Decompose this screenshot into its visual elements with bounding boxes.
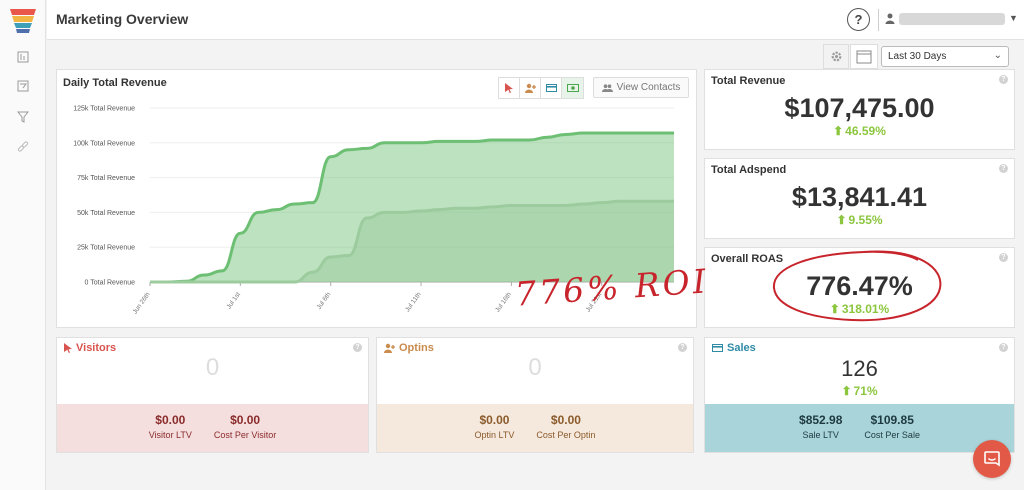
- user-menu-caret-icon[interactable]: ▼: [1009, 13, 1018, 23]
- page-title: Marketing Overview: [56, 11, 189, 27]
- filter-icon[interactable]: [14, 77, 32, 95]
- x-tick-label: Jul 1st: [225, 291, 242, 311]
- arrow-up-icon: ⬆: [841, 384, 852, 398]
- arrow-up-icon: ⬆: [833, 124, 844, 138]
- total-revenue-change-value: 46.59%: [845, 124, 886, 138]
- top-bar: Marketing Overview ? ▼: [47, 0, 1024, 40]
- date-range-select[interactable]: Last 30 Days ⌄: [881, 46, 1009, 67]
- total-revenue-card: Total Revenue ? $107,475.00 ⬆ 46.59%: [704, 69, 1015, 150]
- user-plus-icon: [384, 343, 395, 353]
- header-divider: [878, 9, 879, 31]
- info-icon[interactable]: ?: [678, 343, 687, 352]
- x-tick-label: Jun 26th: [132, 291, 152, 316]
- optins-card: Optins ? 0 $0.00 Optin LTV $0.00 Cost Per …: [376, 337, 694, 453]
- visitors-header: Visitors: [64, 342, 116, 354]
- x-tick-label: Jul 16th: [494, 291, 513, 314]
- calendar-icon: [856, 50, 872, 64]
- credit-card-icon: [712, 344, 723, 352]
- sales-header: Sales: [712, 342, 756, 354]
- visitors-card: Visitors ? 0 $0.00 Visitor LTV $0.00 Cost …: [56, 337, 369, 453]
- arrow-up-icon: ⬆: [836, 213, 847, 227]
- sales-title: Sales: [727, 342, 756, 354]
- x-tick-label: Jul 11th: [404, 291, 423, 314]
- optins-count: 0: [528, 354, 542, 381]
- visitors-count: 0: [205, 354, 220, 381]
- x-tick-label: Jul 21st: [585, 291, 604, 314]
- visitors-metrics: $0.00 Visitor LTV $0.00 Cost Per Visitor: [57, 404, 368, 452]
- total-revenue-value: $107,475.00: [784, 93, 935, 123]
- sales-metrics: $852.98 Sale LTV $109.85 Cost Per Sale: [705, 404, 1014, 452]
- y-tick-label: 0 Total Revenue: [85, 280, 136, 287]
- cost-per-visitor: $0.00 Cost Per Visitor: [214, 413, 276, 452]
- roi-circle-annotation: [772, 250, 942, 322]
- optins-header: Optins: [384, 342, 434, 354]
- optins-metrics: $0.00 Optin LTV $0.00 Cost Per Optin: [377, 404, 693, 452]
- app-logo[interactable]: [10, 9, 36, 33]
- info-icon[interactable]: ?: [353, 343, 362, 352]
- revenue-chart-panel: Daily Total Revenue View Contacts 0 Tota…: [56, 69, 697, 328]
- sales-change-value: 71%: [853, 384, 878, 398]
- chevron-down-icon: ⌄: [993, 50, 1002, 61]
- visitor-ltv: $0.00 Visitor LTV: [149, 413, 192, 452]
- y-tick-label: 25k Total Revenue: [77, 245, 135, 252]
- cost-per-visitor-label: Cost Per Visitor: [213, 430, 277, 440]
- sale-ltv-value: $852.98: [799, 413, 843, 427]
- total-adspend-title: Total Adspend: [711, 164, 787, 176]
- chat-button[interactable]: [973, 440, 1011, 478]
- user-name-redacted[interactable]: [899, 13, 1005, 25]
- pointer-icon: [64, 343, 72, 353]
- sale-ltv-label: Sale LTV: [802, 430, 839, 440]
- cost-per-optin-value: $0.00: [550, 413, 581, 427]
- cost-per-optin: $0.00 Cost Per Optin: [536, 413, 595, 452]
- user-icon: [885, 13, 895, 24]
- total-adspend-value: $13,841.41: [791, 182, 928, 212]
- optin-ltv-value: $0.00: [479, 413, 510, 427]
- y-tick-label: 50k Total Revenue: [77, 210, 135, 217]
- sales-card: Sales ? 126 ⬆ 71% $852.98 Sale LTV $109.85…: [704, 337, 1015, 453]
- funnel-icon[interactable]: [14, 108, 32, 126]
- chat-icon: [984, 451, 1000, 467]
- cost-per-sale: $109.85 Cost Per Sale: [864, 413, 920, 452]
- info-icon[interactable]: ?: [999, 343, 1008, 352]
- total-revenue-title: Total Revenue: [711, 75, 786, 87]
- visitor-ltv-value: $0.00: [155, 413, 186, 427]
- visitor-ltv-label: Visitor LTV: [148, 430, 192, 440]
- info-icon[interactable]: ?: [999, 253, 1008, 262]
- link-icon[interactable]: [14, 138, 32, 156]
- cost-per-optin-label: Cost Per Optin: [536, 430, 596, 440]
- total-revenue-change: ⬆ 46.59%: [705, 124, 1014, 138]
- y-tick-label: 125k Total Revenue: [73, 106, 135, 113]
- sales-change: ⬆ 71%: [705, 384, 1014, 398]
- settings-button[interactable]: [823, 44, 849, 69]
- gear-icon: [831, 51, 841, 62]
- y-tick-label: 100k Total Revenue: [73, 140, 135, 147]
- x-tick-label: Jul 6th: [316, 291, 333, 311]
- optin-ltv: $0.00 Optin LTV: [475, 413, 515, 452]
- total-adspend-change: ⬆ 9.55%: [705, 213, 1014, 227]
- cost-per-sale-value: $109.85: [870, 413, 914, 427]
- optin-ltv-label: Optin LTV: [474, 430, 515, 440]
- cost-per-sale-label: Cost Per Sale: [864, 430, 920, 440]
- sales-count: 126: [841, 356, 878, 381]
- sidebar: [0, 0, 46, 490]
- calendar-button[interactable]: [850, 44, 878, 69]
- revenue-area-chart[interactable]: 0 Total Revenue 25k Total Revenue 50k Tota…: [57, 70, 698, 329]
- optins-title: Optins: [399, 342, 434, 354]
- dashboard-icon[interactable]: [14, 48, 32, 66]
- sale-ltv: $852.98 Sale LTV: [799, 413, 842, 452]
- total-adspend-card: Total Adspend ? $13,841.41 ⬆ 9.55%: [704, 158, 1015, 239]
- help-button[interactable]: ?: [847, 8, 870, 31]
- date-range-value: Last 30 Days: [888, 51, 947, 62]
- visitors-title: Visitors: [76, 342, 117, 354]
- info-icon[interactable]: ?: [999, 75, 1008, 84]
- total-adspend-change-value: 9.55%: [848, 213, 883, 227]
- info-icon[interactable]: ?: [999, 164, 1008, 173]
- y-tick-label: 75k Total Revenue: [77, 175, 135, 182]
- cost-per-visitor-value: $0.00: [230, 413, 261, 427]
